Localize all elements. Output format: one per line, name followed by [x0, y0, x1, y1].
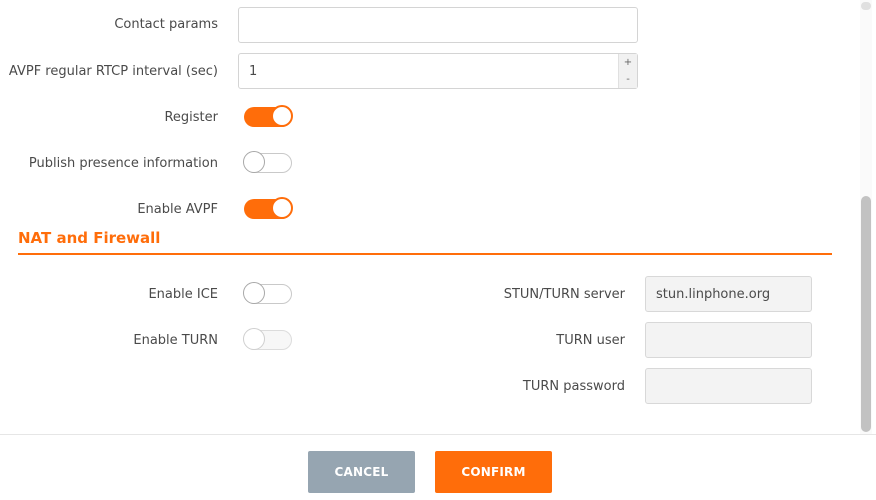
turn-user-label: TURN user [556, 333, 625, 348]
nat-firewall-title: NAT and Firewall [18, 229, 161, 247]
register-toggle[interactable] [244, 105, 293, 127]
decrement-button[interactable]: - [619, 71, 637, 88]
scrollbar-top-cap [861, 2, 871, 10]
avpf-interval-input[interactable] [238, 53, 638, 89]
scrollbar-thumb[interactable] [861, 196, 871, 432]
increment-button[interactable]: + [619, 54, 637, 71]
contact-params-input[interactable] [238, 7, 638, 43]
toggle-knob [243, 282, 265, 304]
publish-presence-toggle[interactable] [243, 151, 292, 173]
stun-turn-server-label: STUN/TURN server [503, 287, 625, 302]
turn-user-input[interactable] [645, 322, 812, 358]
toggle-knob [271, 197, 293, 219]
enable-ice-toggle[interactable] [243, 282, 292, 304]
enable-ice-label: Enable ICE [148, 287, 218, 302]
enable-avpf-toggle[interactable] [244, 197, 293, 219]
cancel-button[interactable]: CANCEL [308, 451, 415, 493]
register-label: Register [164, 110, 218, 125]
toggle-knob [271, 105, 293, 127]
avpf-interval-spinbox: + - [238, 53, 638, 89]
contact-params-label: Contact params [114, 17, 218, 32]
enable-turn-toggle[interactable] [243, 328, 292, 350]
turn-password-input[interactable] [645, 368, 812, 404]
spin-buttons: + - [618, 54, 637, 88]
avpf-interval-label: AVPF regular RTCP interval (sec) [8, 64, 218, 79]
toggle-knob [243, 328, 265, 350]
section-divider [18, 253, 832, 255]
stun-turn-server-input[interactable] [645, 276, 812, 312]
enable-turn-label: Enable TURN [133, 333, 218, 348]
account-settings-dialog: Contact params AVPF regular RTCP interva… [0, 0, 876, 500]
confirm-button[interactable]: CONFIRM [435, 451, 552, 493]
publish-presence-label: Publish presence information [28, 156, 218, 171]
enable-avpf-label: Enable AVPF [137, 202, 218, 217]
footer-divider [0, 434, 876, 435]
turn-password-label: TURN password [522, 379, 625, 394]
toggle-knob [243, 151, 265, 173]
